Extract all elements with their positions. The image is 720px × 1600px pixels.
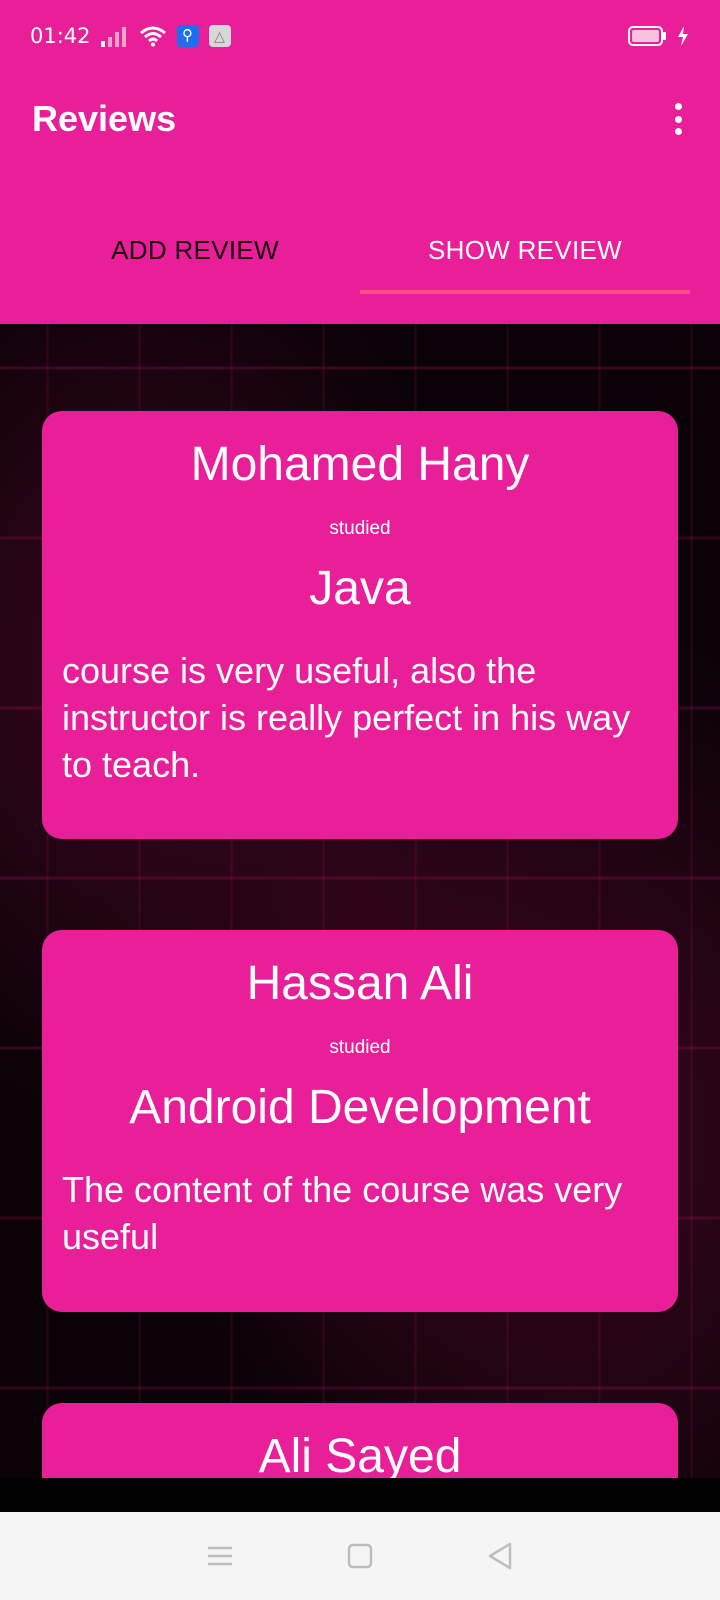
course-name: Java — [309, 562, 411, 615]
review-card: Hassan Ali studied Android Development T… — [42, 930, 678, 1312]
reviewer-name: Ali Sayed — [258, 1430, 462, 1478]
review-list[interactable]: Mohamed Hany studied Java course is very… — [0, 324, 720, 1478]
back-icon[interactable] — [480, 1536, 520, 1576]
reviewer-name: Hassan Ali — [246, 957, 474, 1010]
review-text: The content of the course was very usefu… — [62, 1169, 623, 1257]
tab-show-review[interactable]: SHOW REVIEW — [360, 166, 690, 324]
tab-add-review[interactable]: ADD REVIEW — [30, 166, 360, 324]
android-debug-icon: △ — [208, 25, 231, 47]
system-nav-bar — [0, 1512, 720, 1600]
charging-icon — [676, 25, 690, 47]
signal-icon — [100, 25, 129, 47]
app-title: Reviews — [32, 98, 177, 139]
review-card: Ali Sayed — [42, 1403, 678, 1478]
review-card: Mohamed Hany studied Java course is very… — [42, 411, 678, 839]
status-bar: 01:42 ⚲ △ — [0, 0, 720, 72]
review-text: course is very useful, also the instruct… — [62, 650, 631, 785]
studied-label: studied — [329, 1037, 391, 1058]
wifi-icon — [139, 25, 167, 47]
battery-icon — [628, 25, 668, 47]
more-vert-icon[interactable] — [668, 99, 688, 139]
menu-icon[interactable] — [200, 1536, 240, 1576]
tab-bar: ADD REVIEW SHOW REVIEW — [0, 166, 720, 324]
reviewer-name: Mohamed Hany — [190, 438, 530, 491]
usb-icon: ⚲ — [176, 25, 199, 47]
app-bar: Reviews — [0, 72, 720, 166]
course-name: Android Development — [129, 1081, 591, 1134]
studied-label: studied — [329, 518, 391, 539]
status-time: 01:42 — [30, 24, 91, 48]
home-icon[interactable] — [340, 1536, 380, 1576]
